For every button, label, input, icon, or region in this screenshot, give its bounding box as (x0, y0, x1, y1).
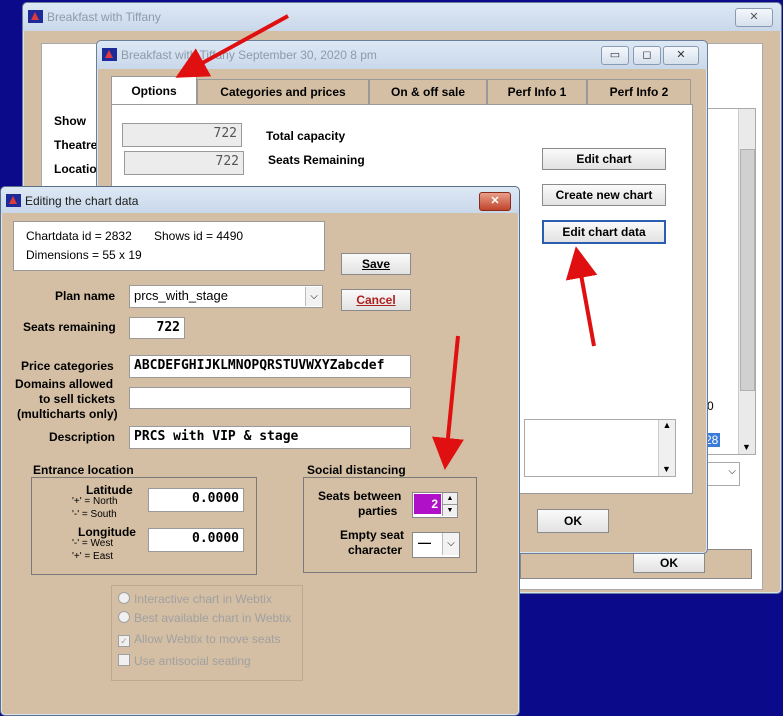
app-icon (28, 10, 43, 23)
total-capacity-label: Total capacity (266, 129, 346, 143)
allow-move-checkbox: ✓ Allow Webtix to move seats (118, 632, 281, 647)
list-scrollbar-thumb[interactable] (740, 149, 755, 391)
tab-perf-info-1[interactable]: Perf Info 1 (487, 79, 587, 105)
edit-chart-button[interactable]: Edit chart (542, 148, 666, 170)
antisocial-checkbox: Use antisocial seating (118, 654, 251, 668)
options-window-title: Breakfast with Tiffany September 30, 202… (121, 48, 377, 62)
total-capacity-field: 722 (122, 123, 242, 147)
shows-id-text: Shows id = 4490 (154, 229, 244, 243)
price-categories-label: Price categories (21, 359, 114, 373)
chart-dialog-close-button[interactable]: ✕ (479, 192, 511, 211)
description-label: Description (49, 430, 116, 444)
notes-textarea[interactable]: ▲ ▼ (524, 419, 676, 477)
chart-info-box: Chartdata id = 2832 Shows id = 4490 Dime… (13, 221, 325, 271)
scroll-down-icon[interactable]: ▼ (662, 464, 671, 474)
radio-icon (118, 611, 130, 623)
plan-name-label: Plan name (55, 289, 116, 303)
chevron-down-icon: ⌵ (728, 466, 736, 477)
domains-field[interactable] (129, 387, 411, 409)
list-partial-value: 0 (707, 399, 714, 413)
chevron-down-icon[interactable]: ⌵ (305, 287, 322, 306)
chart-dialog-title: Editing the chart data (25, 194, 139, 208)
antisocial-label: Use antisocial seating (134, 654, 251, 668)
seats-remaining-label: Seats remaining (23, 320, 116, 334)
seats-remaining-label: Seats Remaining (268, 153, 365, 167)
tab-categories-and-prices[interactable]: Categories and prices (197, 79, 369, 105)
seats-remaining-field: 722 (124, 151, 244, 175)
seats-between-value[interactable]: 2 (414, 494, 441, 514)
webtix-options-group: Interactive chart in Webtix Best availab… (111, 585, 303, 681)
seats-between-stepper[interactable]: 2 ▲ ▼ (412, 492, 458, 518)
latitude-hint-north: '+' = North (72, 496, 118, 507)
background-window-title: Breakfast with Tiffany (47, 10, 161, 24)
stepper-up-icon[interactable]: ▲ (442, 493, 457, 504)
domains-label-line3: (multicharts only) (17, 407, 118, 421)
tab-perf-info-2[interactable]: Perf Info 2 (587, 79, 691, 105)
entrance-location-group: Latitude '+' = North '-' = South 0.0000 … (31, 477, 257, 575)
price-categories-field[interactable]: ABCDEFGHIJKLMNOPQRSTUVWXYZabcdef (129, 355, 411, 378)
empty-seat-label-line1: Empty seat (340, 528, 405, 542)
checkmark-icon: ✓ (118, 635, 130, 647)
edit-chart-data-button[interactable]: Edit chart data (542, 220, 666, 244)
allow-move-label: Allow Webtix to move seats (134, 632, 281, 646)
empty-seat-select[interactable]: — ⌵ (412, 532, 460, 558)
tab-strip: Options Categories and prices On & off s… (107, 76, 693, 107)
checkbox-icon (118, 654, 130, 666)
background-ok-button[interactable]: OK (633, 553, 705, 573)
domains-label-line1: Domains allowed (15, 377, 114, 391)
tab-options[interactable]: Options (111, 76, 197, 106)
app-icon (102, 48, 117, 61)
empty-seat-label-line2: character (348, 543, 403, 557)
seats-remaining-field[interactable]: 722 (129, 317, 185, 339)
stepper-down-icon[interactable]: ▼ (442, 504, 457, 516)
longitude-label: Longitude (78, 525, 136, 539)
interactive-chart-radio: Interactive chart in Webtix (118, 592, 272, 606)
entrance-location-title: Entrance location (33, 463, 134, 477)
interactive-chart-label: Interactive chart in Webtix (134, 592, 272, 606)
background-close-button[interactable]: ✕ (735, 8, 773, 27)
options-close-button[interactable]: ✕ (663, 46, 699, 65)
maximize-button[interactable]: ◻ (633, 46, 661, 65)
textarea-scrollbar[interactable]: ▲ ▼ (658, 420, 675, 476)
chevron-down-icon[interactable]: ⌵ (442, 533, 459, 555)
minimize-button[interactable]: ▭ (601, 46, 629, 65)
best-available-label: Best available chart in Webtix (134, 611, 292, 625)
create-new-chart-button[interactable]: Create new chart (542, 184, 666, 206)
chart-data-dialog: Editing the chart data ✕ Chartdata id = … (0, 186, 520, 716)
app-icon (6, 194, 21, 207)
social-distancing-group: Seats between parties 2 ▲ ▼ Empty seat c… (303, 477, 477, 573)
description-field[interactable]: PRCS with VIP & stage (129, 426, 411, 449)
chartdata-id-text: Chartdata id = 2832 (26, 229, 132, 243)
tab-on-off-sale[interactable]: On & off sale (369, 79, 487, 105)
domains-label-line2: to sell tickets (39, 392, 116, 406)
list-scrollbar[interactable]: ▼ (738, 109, 755, 454)
seats-between-label-line1: Seats between (318, 489, 402, 503)
longitude-field[interactable]: 0.0000 (148, 528, 244, 552)
scroll-up-icon[interactable]: ▲ (659, 420, 675, 430)
dimensions-text: Dimensions = 55 x 19 (26, 248, 142, 262)
scroll-down-icon[interactable]: ▼ (742, 442, 751, 452)
seats-between-label-line2: parties (358, 504, 398, 518)
background-titlebar: Breakfast with Tiffany ✕ (23, 3, 781, 31)
theatre-label: Theatre (54, 138, 98, 152)
longitude-hint-east: '+' = East (72, 551, 114, 562)
radio-icon (118, 592, 130, 604)
latitude-label: Latitude (86, 483, 133, 497)
latitude-hint-south: '-' = South (72, 509, 117, 520)
options-ok-button[interactable]: OK (537, 509, 609, 533)
empty-seat-value: — (418, 535, 431, 550)
options-titlebar: Breakfast with Tiffany September 30, 202… (97, 41, 707, 69)
cancel-button[interactable]: Cancel (341, 289, 411, 311)
longitude-hint-west: '-' = West (72, 538, 114, 549)
chart-dialog-titlebar: Editing the chart data ✕ (1, 187, 519, 213)
background-list[interactable]: 0 28 ▼ (702, 108, 756, 455)
plan-name-select[interactable]: prcs_with_stage (129, 285, 323, 308)
best-available-radio: Best available chart in Webtix (118, 611, 291, 625)
latitude-field[interactable]: 0.0000 (148, 488, 244, 512)
show-label: Show (54, 114, 86, 128)
social-distancing-title: Social distancing (307, 463, 406, 477)
save-button[interactable]: Save (341, 253, 411, 275)
